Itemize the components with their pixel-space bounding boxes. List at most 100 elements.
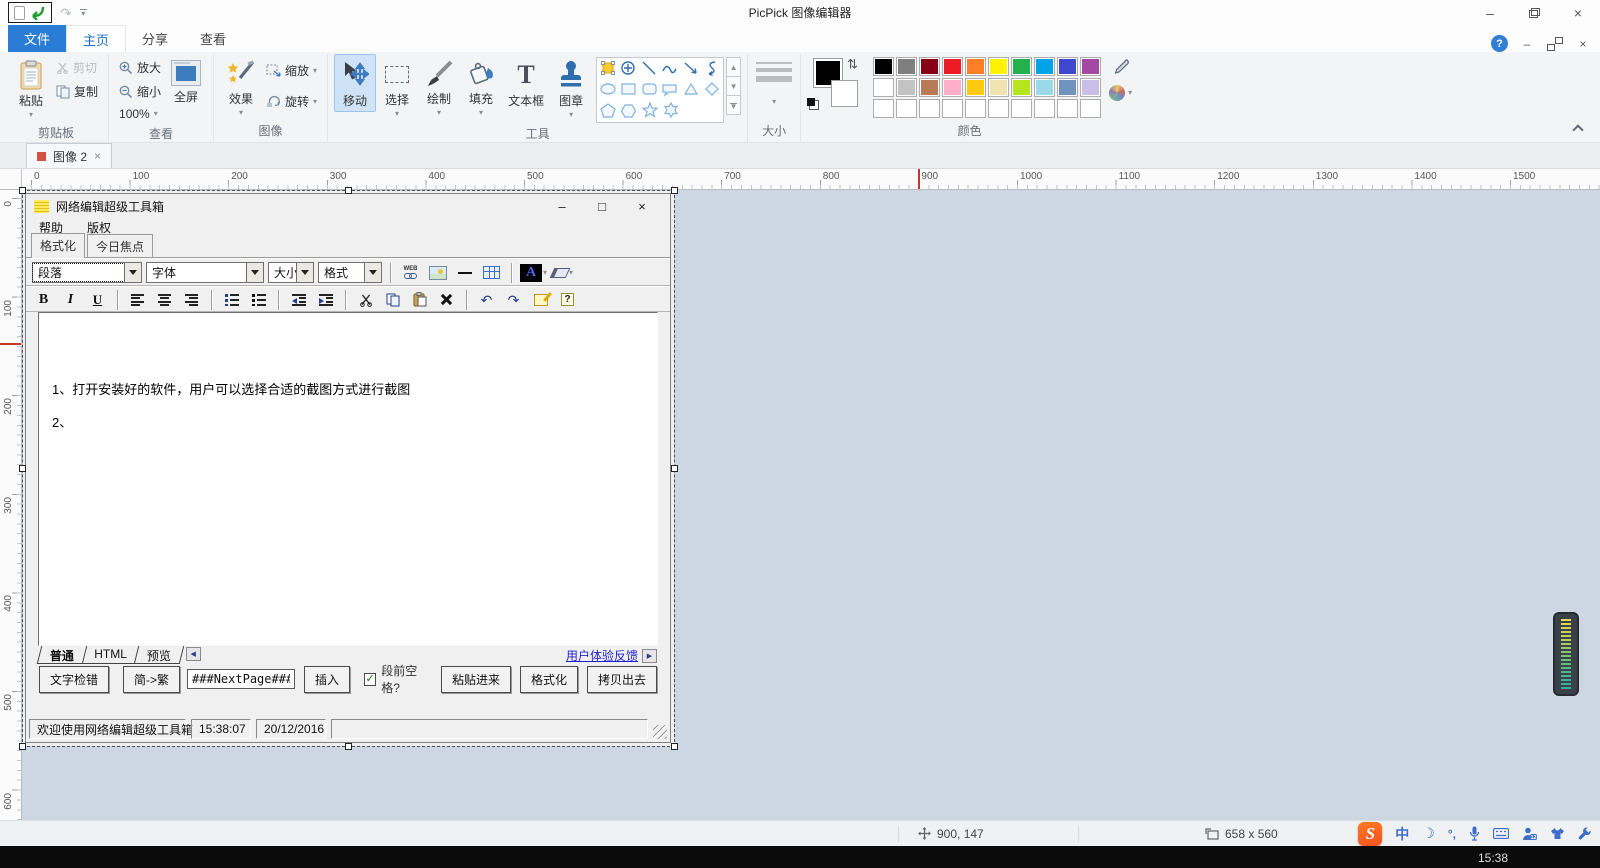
paste-button[interactable]: 粘贴 ▾ xyxy=(10,54,52,122)
effects-button[interactable]: 效果 ▾ xyxy=(220,54,262,120)
underline-button[interactable]: U xyxy=(86,289,109,310)
dropdown-caret-icon[interactable]: ▾ xyxy=(1128,89,1132,97)
paste-in-button[interactable]: 粘贴进来 xyxy=(441,666,511,693)
tab-view[interactable]: 查看 xyxy=(184,25,242,52)
qat-customize-icon[interactable]: ▾ xyxy=(80,9,87,16)
format-button[interactable]: 格式化 xyxy=(520,666,578,693)
shape-line[interactable] xyxy=(643,62,655,74)
palette-color[interactable] xyxy=(1057,78,1078,97)
palette-color[interactable] xyxy=(988,78,1009,97)
outdent-button[interactable] xyxy=(287,289,310,310)
editor-close-button[interactable]: × xyxy=(622,199,662,214)
palette-color[interactable] xyxy=(965,99,986,118)
undo-green-icon[interactable] xyxy=(30,5,46,20)
fullscreen-button[interactable]: 全屏 xyxy=(165,54,207,108)
copy-button[interactable]: 复制 xyxy=(52,81,102,102)
shape-diamond[interactable] xyxy=(706,83,718,95)
bullet-list-button[interactable] xyxy=(247,289,270,310)
minimize-button[interactable]: – xyxy=(1468,0,1512,25)
tab-file[interactable]: 文件 xyxy=(8,25,66,52)
document-tab[interactable]: 图像 2 × xyxy=(26,143,112,168)
shape-circle-plus[interactable] xyxy=(622,62,634,74)
selection-handle[interactable] xyxy=(671,187,678,194)
zoom-in-button[interactable]: 放大 xyxy=(115,57,165,78)
paragraph-combo[interactable]: 段落 xyxy=(32,262,142,283)
web-link-button[interactable]: WEB xyxy=(399,262,422,283)
ime-skin-icon[interactable] xyxy=(1550,827,1565,840)
gallery-down-icon[interactable]: ▼ xyxy=(726,76,741,96)
redo-button[interactable]: ↷ xyxy=(502,289,525,310)
palette-color[interactable] xyxy=(1057,99,1078,118)
ime-punctuation-icon[interactable]: °, xyxy=(1448,827,1456,841)
font-size-combo[interactable]: 大小 xyxy=(268,262,314,283)
palette-color[interactable] xyxy=(1080,99,1101,118)
selection-handle[interactable] xyxy=(671,743,678,750)
copy-out-button[interactable]: 拷贝出去 xyxy=(587,666,657,693)
combo-arrow-icon[interactable] xyxy=(124,263,141,282)
undo-button[interactable]: ↶ xyxy=(475,289,498,310)
font-combo[interactable]: 字体 xyxy=(146,262,264,283)
tab-format[interactable]: 格式化 xyxy=(31,233,85,258)
simplified-to-traditional-button[interactable]: 简->繁 xyxy=(123,666,180,693)
selection-handle[interactable] xyxy=(345,743,352,750)
stamp-tool-button[interactable]: 图章 ▾ xyxy=(550,54,592,122)
shape-speech-bubble[interactable] xyxy=(663,85,676,95)
shape-gallery[interactable] xyxy=(596,57,724,123)
align-center-button[interactable] xyxy=(153,289,176,310)
copy-button[interactable] xyxy=(381,289,404,310)
nextpage-input[interactable] xyxy=(187,669,295,689)
align-right-button[interactable] xyxy=(180,289,203,310)
zoom-level-dropdown[interactable]: 100% ▾ xyxy=(115,105,165,123)
palette-color[interactable] xyxy=(965,78,986,97)
palette-color[interactable] xyxy=(1011,99,1032,118)
shape-filled-square[interactable] xyxy=(602,62,615,75)
shape-hexagon[interactable] xyxy=(622,105,636,117)
format-combo[interactable]: 格式 xyxy=(318,262,382,283)
palette-color[interactable] xyxy=(942,78,963,97)
palette-color[interactable] xyxy=(1011,57,1032,76)
space-before-checkbox[interactable]: ✓ xyxy=(364,673,376,686)
close-tab-icon[interactable]: × xyxy=(94,149,101,163)
ime-chinese-mode-icon[interactable]: 中 xyxy=(1395,824,1409,844)
ime-fullhalf-moon-icon[interactable]: ☽ xyxy=(1422,825,1435,842)
palette-color[interactable] xyxy=(1034,78,1055,97)
selection-handle[interactable] xyxy=(671,465,678,472)
horizontal-rule-button[interactable] xyxy=(453,262,476,283)
selection-handle[interactable] xyxy=(19,187,26,194)
select-tool-button[interactable]: 选择 ▾ xyxy=(376,54,418,121)
sogou-logo-icon[interactable]: S xyxy=(1358,822,1382,846)
palette-color[interactable] xyxy=(942,99,963,118)
insert-image-button[interactable] xyxy=(426,262,449,283)
insert-button[interactable]: 插入 xyxy=(304,666,350,693)
shape-rectangle[interactable] xyxy=(622,84,635,94)
gallery-more-icon[interactable]: ▼ xyxy=(726,95,741,115)
tab-today-focus[interactable]: 今日焦点 xyxy=(87,234,153,257)
palette-color[interactable] xyxy=(873,78,894,97)
delete-button[interactable] xyxy=(435,289,458,310)
palette-color[interactable] xyxy=(988,57,1009,76)
palette-color[interactable] xyxy=(988,99,1009,118)
help-button[interactable]: ? xyxy=(556,289,579,310)
feedback-link[interactable]: 用户体验反馈 xyxy=(566,647,638,664)
restore-button[interactable] xyxy=(1512,0,1556,25)
dropdown-caret-icon[interactable]: ▾ xyxy=(772,98,776,106)
eraser-button[interactable]: ▾ xyxy=(551,262,574,283)
shape-curve[interactable] xyxy=(663,67,676,73)
palette-color[interactable] xyxy=(896,99,917,118)
line-size-icon[interactable] xyxy=(756,62,792,82)
palette-color[interactable] xyxy=(919,78,940,97)
move-tool-button[interactable]: 移动 xyxy=(334,54,376,112)
view-tab-normal[interactable]: 普通 xyxy=(37,646,88,664)
tab-share[interactable]: 分享 xyxy=(126,25,184,52)
font-color-button[interactable]: A▾ xyxy=(520,262,547,283)
ribbon-minimize-button[interactable]: – xyxy=(1518,37,1536,51)
selection-handle[interactable] xyxy=(345,187,352,194)
help-icon[interactable]: ? xyxy=(1491,35,1508,52)
captured-image-selection[interactable]: 网络编辑超级工具箱 – □ × 帮助 版权 格式化 今日焦点 xyxy=(23,191,674,746)
shape-pentagon[interactable] xyxy=(601,104,615,117)
align-left-button[interactable] xyxy=(126,289,149,310)
new-image-icon[interactable] xyxy=(14,6,25,20)
palette-color[interactable] xyxy=(965,57,986,76)
view-tab-scroll-left-icon[interactable]: ◀ xyxy=(186,647,201,661)
selection-handle[interactable] xyxy=(19,465,26,472)
